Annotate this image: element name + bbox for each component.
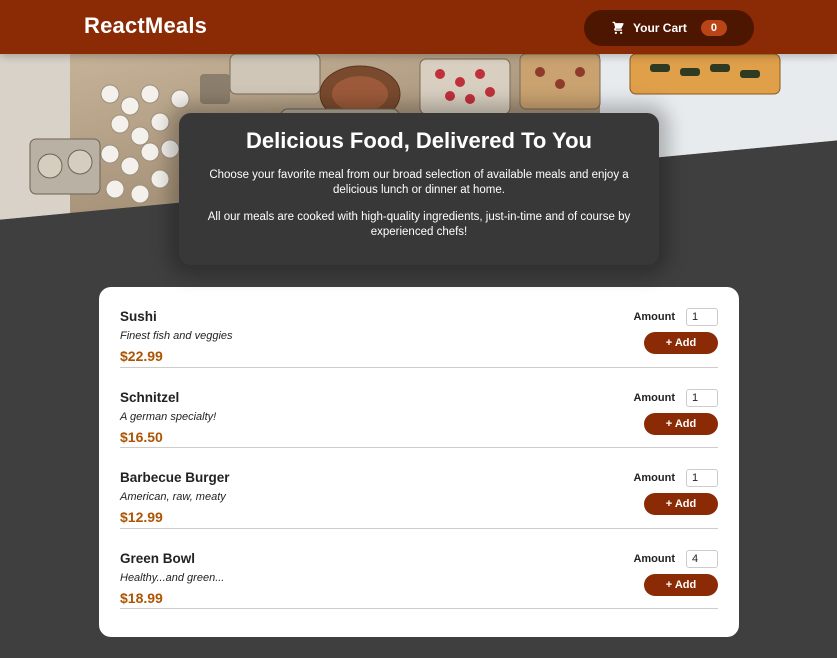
meal-price: $12.99 [120,509,163,525]
cart-label: Your Cart [633,21,687,35]
meal-name: Schnitzel [120,389,180,405]
meal-description: Finest fish and veggies [120,330,233,342]
page: ReactMeals Your Cart 0 Delicious Food, D… [0,0,837,658]
meal-item-sushi: Sushi Finest fish and veggies $22.99 Amo… [120,287,718,368]
app-header: ReactMeals Your Cart 0 [0,0,837,54]
cart-count-badge: 0 [700,20,727,36]
meal-description: Healthy...and green... [120,571,225,584]
add-to-cart-button[interactable]: + Add [644,493,718,515]
shopping-cart-icon [611,21,625,35]
summary-paragraph-2: All our meals are cooked with high-quali… [207,211,631,238]
meal-description: A german specialty! [120,410,217,423]
meal-item-barbecue-burger: Barbecue Burger American, raw, meaty $12… [120,448,718,529]
meal-name: Sushi [120,309,157,324]
meals-summary: Delicious Food, Delivered To You Choose … [179,113,659,265]
amount-label: Amount [633,391,675,404]
amount-input[interactable] [686,469,718,487]
add-to-cart-button[interactable]: + Add [644,332,718,354]
meal-item-schnitzel: Schnitzel A german specialty! $16.50 Amo… [120,368,718,448]
summary-heading: Delicious Food, Delivered To You [246,128,592,153]
meals-list: Sushi Finest fish and veggies $22.99 Amo… [99,287,739,637]
add-to-cart-button[interactable]: + Add [644,573,718,596]
meal-item-green-bowl: Green Bowl Healthy...and green... $18.99… [120,529,718,609]
meal-price: $16.50 [120,428,163,445]
amount-input[interactable] [686,308,718,326]
meal-price: $18.99 [120,589,163,606]
meal-name: Green Bowl [120,550,196,566]
meal-price: $22.99 [120,348,163,364]
amount-input[interactable] [686,388,718,407]
amount-label: Amount [633,552,675,565]
summary-paragraph-1: Choose your favorite meal from our broad… [209,169,629,196]
meal-description: American, raw, meaty [120,491,226,503]
amount-input[interactable] [686,549,718,568]
amount-label: Amount [633,311,675,323]
add-to-cart-button[interactable]: + Add [644,412,718,435]
amount-label: Amount [633,472,675,484]
cart-button[interactable]: Your Cart 0 [584,10,754,46]
meal-name: Barbecue Burger [120,470,230,485]
app-title: ReactMeals [84,13,208,38]
